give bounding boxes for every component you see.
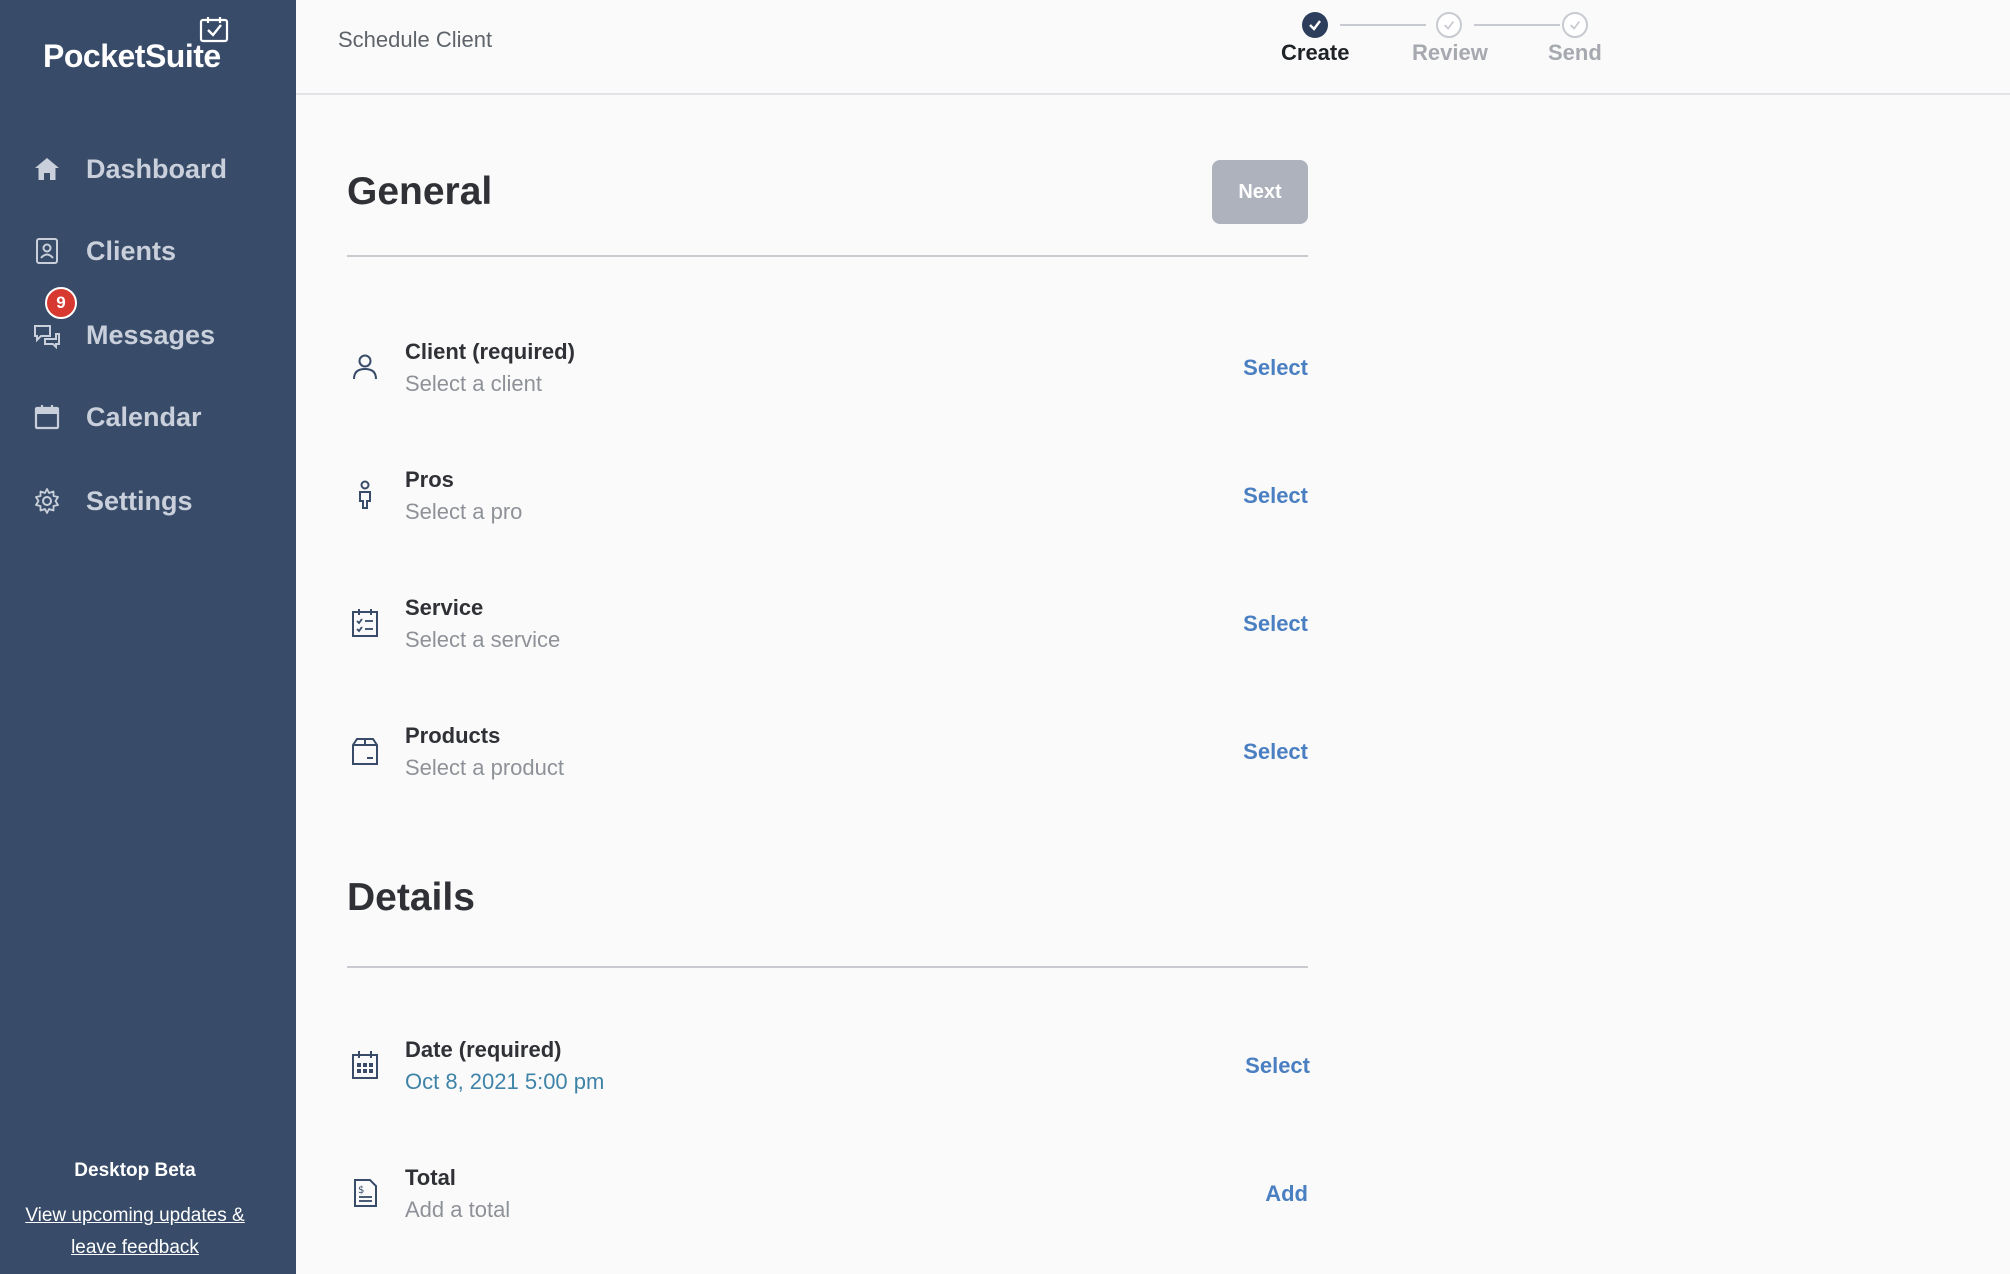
sidebar-item-label: Messages [86, 319, 216, 350]
sidebar-item-settings[interactable]: Settings [0, 471, 296, 531]
select-client-button[interactable]: Select [1243, 355, 1308, 381]
select-pro-button[interactable]: Select [1243, 483, 1308, 509]
page-title: Schedule Client [338, 27, 493, 52]
select-product-button[interactable]: Select [1243, 739, 1308, 765]
row-value: Select a pro [405, 499, 523, 524]
beta-title: Desktop Beta [74, 1160, 196, 1181]
date-row[interactable]: Date (required) Oct 8, 2021 5:00 pm Sele… [347, 1037, 1310, 1117]
sidebar: PocketSuite Dashboard Clients 9 Messages… [0, 0, 296, 1274]
step-create-check-icon [1302, 12, 1328, 38]
sidebar-item-messages[interactable]: 9 Messages [0, 287, 296, 365]
row-label: Client (required) [405, 339, 575, 364]
sidebar-item-label: Dashboard [86, 153, 228, 184]
sidebar-item-dashboard[interactable]: Dashboard [0, 139, 296, 199]
row-value: Oct 8, 2021 5:00 pm [405, 1069, 605, 1094]
section-divider [347, 966, 1308, 968]
row-value: Add a total [405, 1197, 511, 1222]
step-review-check-icon [1436, 12, 1462, 38]
chat-bubbles-icon [32, 320, 62, 350]
brand-logo[interactable]: PocketSuite [43, 38, 221, 75]
sidebar-item-label: Clients [86, 235, 177, 266]
step-send[interactable]: Send [1548, 40, 1602, 66]
box-icon [352, 738, 378, 765]
row-value: Select a service [405, 627, 561, 652]
sidebar-item-label: Settings [86, 485, 193, 516]
row-value: Select a product [405, 755, 564, 780]
pros-row[interactable]: Pros Select a pro Select [347, 467, 1310, 547]
row-label: Service [405, 595, 484, 620]
sidebar-item-calendar[interactable]: Calendar [0, 387, 296, 447]
step-review[interactable]: Review [1412, 40, 1488, 66]
calendar-icon [32, 402, 62, 432]
home-icon [32, 154, 62, 184]
row-label: Pros [405, 467, 454, 492]
step-send-check-icon [1562, 12, 1588, 38]
products-row[interactable]: Products Select a product Select [347, 723, 1310, 803]
row-value: Select a client [405, 371, 542, 396]
client-row[interactable]: Client (required) Select a client Select [347, 339, 1310, 419]
checklist-icon [352, 609, 378, 637]
section-title-details: Details [347, 876, 475, 919]
unread-badge: 9 [45, 287, 77, 319]
row-label: Date (required) [405, 1037, 562, 1062]
section-title-general: General [347, 170, 493, 213]
add-total-button[interactable]: Add [1265, 1181, 1308, 1207]
svg-text:$: $ [358, 1185, 364, 1196]
section-divider [347, 255, 1308, 257]
total-row[interactable]: $ Total Add a total Add [347, 1165, 1310, 1245]
top-bar: Schedule Client [296, 0, 2010, 95]
service-row[interactable]: Service Select a service Select [347, 595, 1310, 675]
invoice-icon: $ [354, 1179, 377, 1207]
person-icon [353, 354, 377, 380]
sidebar-item-clients[interactable]: Clients [0, 221, 296, 281]
gear-icon [32, 486, 62, 516]
contact-card-icon [32, 236, 62, 266]
pro-person-icon [359, 480, 371, 509]
step-connector [1474, 24, 1560, 26]
step-create[interactable]: Create [1281, 40, 1349, 66]
sidebar-item-label: Calendar [86, 401, 202, 432]
row-label: Total [405, 1165, 456, 1190]
calendar-grid-icon [352, 1051, 378, 1079]
select-date-button[interactable]: Select [1245, 1053, 1310, 1079]
step-connector [1340, 24, 1426, 26]
row-label: Products [405, 723, 501, 748]
feedback-link[interactable]: View upcoming updates & leave feedback [0, 1200, 270, 1264]
select-service-button[interactable]: Select [1243, 611, 1308, 637]
next-button[interactable]: Next [1212, 160, 1308, 224]
calendar-check-logo-icon [199, 17, 229, 43]
